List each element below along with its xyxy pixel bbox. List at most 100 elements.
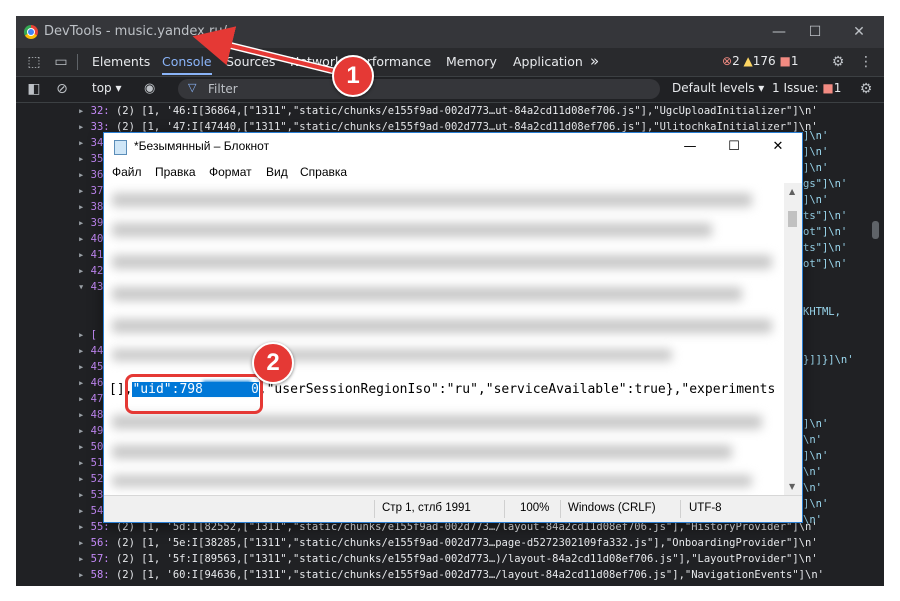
- clear-console-icon[interactable]: ⊘: [50, 77, 74, 101]
- console-line-fragment: ]\n': [803, 194, 829, 206]
- filter-icon: ▽: [188, 81, 197, 94]
- filter-input[interactable]: ▽ Filter: [178, 79, 660, 99]
- scroll-down-icon[interactable]: ▼: [789, 482, 795, 491]
- expand-arrow-icon[interactable]: ▸: [78, 185, 84, 197]
- console-line[interactable]: ▸ 56: (2) [1, '5e:I[38285,["1311","stati…: [16, 536, 868, 551]
- expand-arrow-icon[interactable]: ▸: [78, 153, 84, 165]
- console-line-fragment: ]\n': [803, 130, 829, 142]
- expand-arrow-icon[interactable]: ▸: [78, 537, 84, 549]
- expand-arrow-icon[interactable]: ▸: [78, 217, 84, 229]
- expand-arrow-icon[interactable]: ▸: [78, 233, 84, 245]
- tab-elements[interactable]: Elements: [92, 48, 150, 75]
- blurred-text: [112, 415, 762, 429]
- divider: [77, 54, 78, 70]
- close-icon[interactable]: ✕: [758, 137, 798, 157]
- console-line[interactable]: ▸ 32: (2) [1, '46:I[36864,["1311","stati…: [16, 104, 868, 119]
- minimize-icon[interactable]: —: [670, 137, 710, 157]
- issues-button[interactable]: 1 Issue: ■1: [772, 81, 841, 95]
- log-levels-dropdown[interactable]: Default levels ▾: [672, 81, 764, 95]
- live-expression-eye-icon[interactable]: ◉: [144, 81, 155, 96]
- expand-arrow-icon[interactable]: ▸: [78, 121, 84, 133]
- menu-file[interactable]: Файл: [112, 165, 142, 179]
- scroll-up-icon[interactable]: ▲: [789, 187, 795, 196]
- expand-arrow-icon[interactable]: ▸: [78, 393, 84, 405]
- tab-memory[interactable]: Memory: [446, 48, 497, 75]
- menu-format[interactable]: Формат: [209, 165, 252, 179]
- expand-arrow-icon[interactable]: ▸: [78, 105, 84, 117]
- devtools-window-title: DevTools - music.yandex.ru/: [44, 24, 227, 39]
- chrome-logo-icon: [24, 25, 38, 39]
- step-2-badge: 2: [252, 342, 294, 384]
- expand-arrow-icon[interactable]: [78, 297, 84, 309]
- notepad-window: *Безымянный – Блокнот — ☐ ✕ Файл Правка …: [103, 132, 803, 523]
- expand-arrow-icon[interactable]: ▸: [78, 329, 84, 341]
- tab-sources[interactable]: Sources: [226, 48, 275, 75]
- console-toolbar: ◧ ⊘ top ▾ ◉ ▽ Filter Default levels ▾ 1 …: [16, 77, 884, 103]
- expand-arrow-icon[interactable]: ▸: [78, 489, 84, 501]
- settings-gear-icon[interactable]: ⚙: [826, 50, 850, 74]
- expand-arrow-icon[interactable]: ▸: [78, 377, 84, 389]
- scroll-thumb[interactable]: [788, 211, 797, 227]
- expand-arrow-icon[interactable]: ▸: [78, 265, 84, 277]
- notepad-title: *Безымянный – Блокнот: [134, 139, 270, 153]
- expand-arrow-icon[interactable]: ▸: [78, 441, 84, 453]
- devtools-title-bar: DevTools - music.yandex.ru/ — ☐ ✕: [16, 16, 884, 48]
- inspect-element-icon[interactable]: ⬚: [22, 50, 46, 74]
- divider: [680, 500, 681, 518]
- line-text: (2) [1, '60:I[94636,["1311","static/chun…: [109, 569, 824, 581]
- console-line-fragment: ts"]\n': [803, 242, 848, 254]
- blurred-text: [112, 349, 672, 361]
- expand-arrow-icon[interactable]: [78, 313, 84, 325]
- message-counts[interactable]: ⊗2 ▲176 ■1: [722, 54, 798, 68]
- blurred-text: [112, 319, 772, 333]
- expand-arrow-icon[interactable]: ▸: [78, 457, 84, 469]
- expand-arrow-icon[interactable]: ▸: [78, 569, 84, 581]
- notepad-app-icon: [114, 140, 127, 155]
- line-index: 57:: [90, 553, 110, 565]
- expand-arrow-icon[interactable]: ▸: [78, 137, 84, 149]
- console-line-fragment: ]\n': [803, 450, 829, 462]
- expand-arrow-icon[interactable]: ▸: [78, 473, 84, 485]
- expand-arrow-icon[interactable]: ▸: [78, 169, 84, 181]
- expand-arrow-icon[interactable]: ▸: [78, 361, 84, 373]
- console-line[interactable]: ▸ 57: (2) [1, '5f:I[89563,["1311","stati…: [16, 552, 868, 567]
- blurred-text: [112, 255, 772, 269]
- tab-console[interactable]: Console: [162, 48, 212, 75]
- console-line[interactable]: ▸ 58: (2) [1, '60:I[94636,["1311","stati…: [16, 568, 868, 583]
- notepad-vertical-scrollbar[interactable]: ▲ ▼: [784, 183, 802, 495]
- context-selector[interactable]: top ▾: [92, 81, 122, 95]
- more-tabs-icon[interactable]: »: [590, 48, 599, 75]
- error-icon: ⊗: [722, 54, 733, 68]
- expand-arrow-icon[interactable]: ▸: [78, 425, 84, 437]
- menu-help[interactable]: Справка: [300, 165, 347, 179]
- expand-arrow-icon[interactable]: ▸: [78, 505, 84, 517]
- warning-count: 176: [752, 54, 776, 68]
- line-suffix: ,"userSessionRegionIso":"ru","serviceAva…: [258, 382, 776, 397]
- minimize-icon[interactable]: —: [764, 22, 794, 42]
- step-1-badge: 1: [332, 55, 374, 97]
- notepad-text-area[interactable]: [],"uid":798 0,"userSessionRegionIso":"ru…: [104, 183, 784, 495]
- device-toolbar-icon[interactable]: ▭: [49, 50, 73, 74]
- expand-arrow-icon[interactable]: ▸: [78, 201, 84, 213]
- console-line-fragment: ot"]\n': [803, 226, 848, 238]
- more-options-icon[interactable]: ⋮: [854, 50, 878, 74]
- expand-arrow-icon[interactable]: ▸: [78, 409, 84, 421]
- expand-arrow-icon[interactable]: ▸: [78, 345, 84, 357]
- close-icon[interactable]: ✕: [844, 22, 874, 42]
- maximize-icon[interactable]: ☐: [800, 22, 830, 42]
- console-line-fragment: KHTML,: [803, 306, 841, 318]
- menu-view[interactable]: Вид: [266, 165, 288, 179]
- line-index: 56:: [90, 537, 110, 549]
- expand-arrow-icon[interactable]: ▾: [78, 281, 84, 293]
- issue-icon: ■: [779, 54, 791, 68]
- line-index: [: [90, 329, 97, 341]
- maximize-icon[interactable]: ☐: [714, 137, 754, 157]
- menu-edit[interactable]: Правка: [155, 165, 196, 179]
- expand-arrow-icon[interactable]: ▸: [78, 553, 84, 565]
- console-settings-gear-icon[interactable]: ⚙: [854, 77, 878, 101]
- expand-arrow-icon[interactable]: ▸: [78, 521, 84, 533]
- sidebar-toggle-icon[interactable]: ◧: [22, 77, 46, 101]
- expand-arrow-icon[interactable]: ▸: [78, 249, 84, 261]
- console-scrollbar[interactable]: [872, 221, 879, 239]
- tab-application[interactable]: Application: [513, 48, 583, 75]
